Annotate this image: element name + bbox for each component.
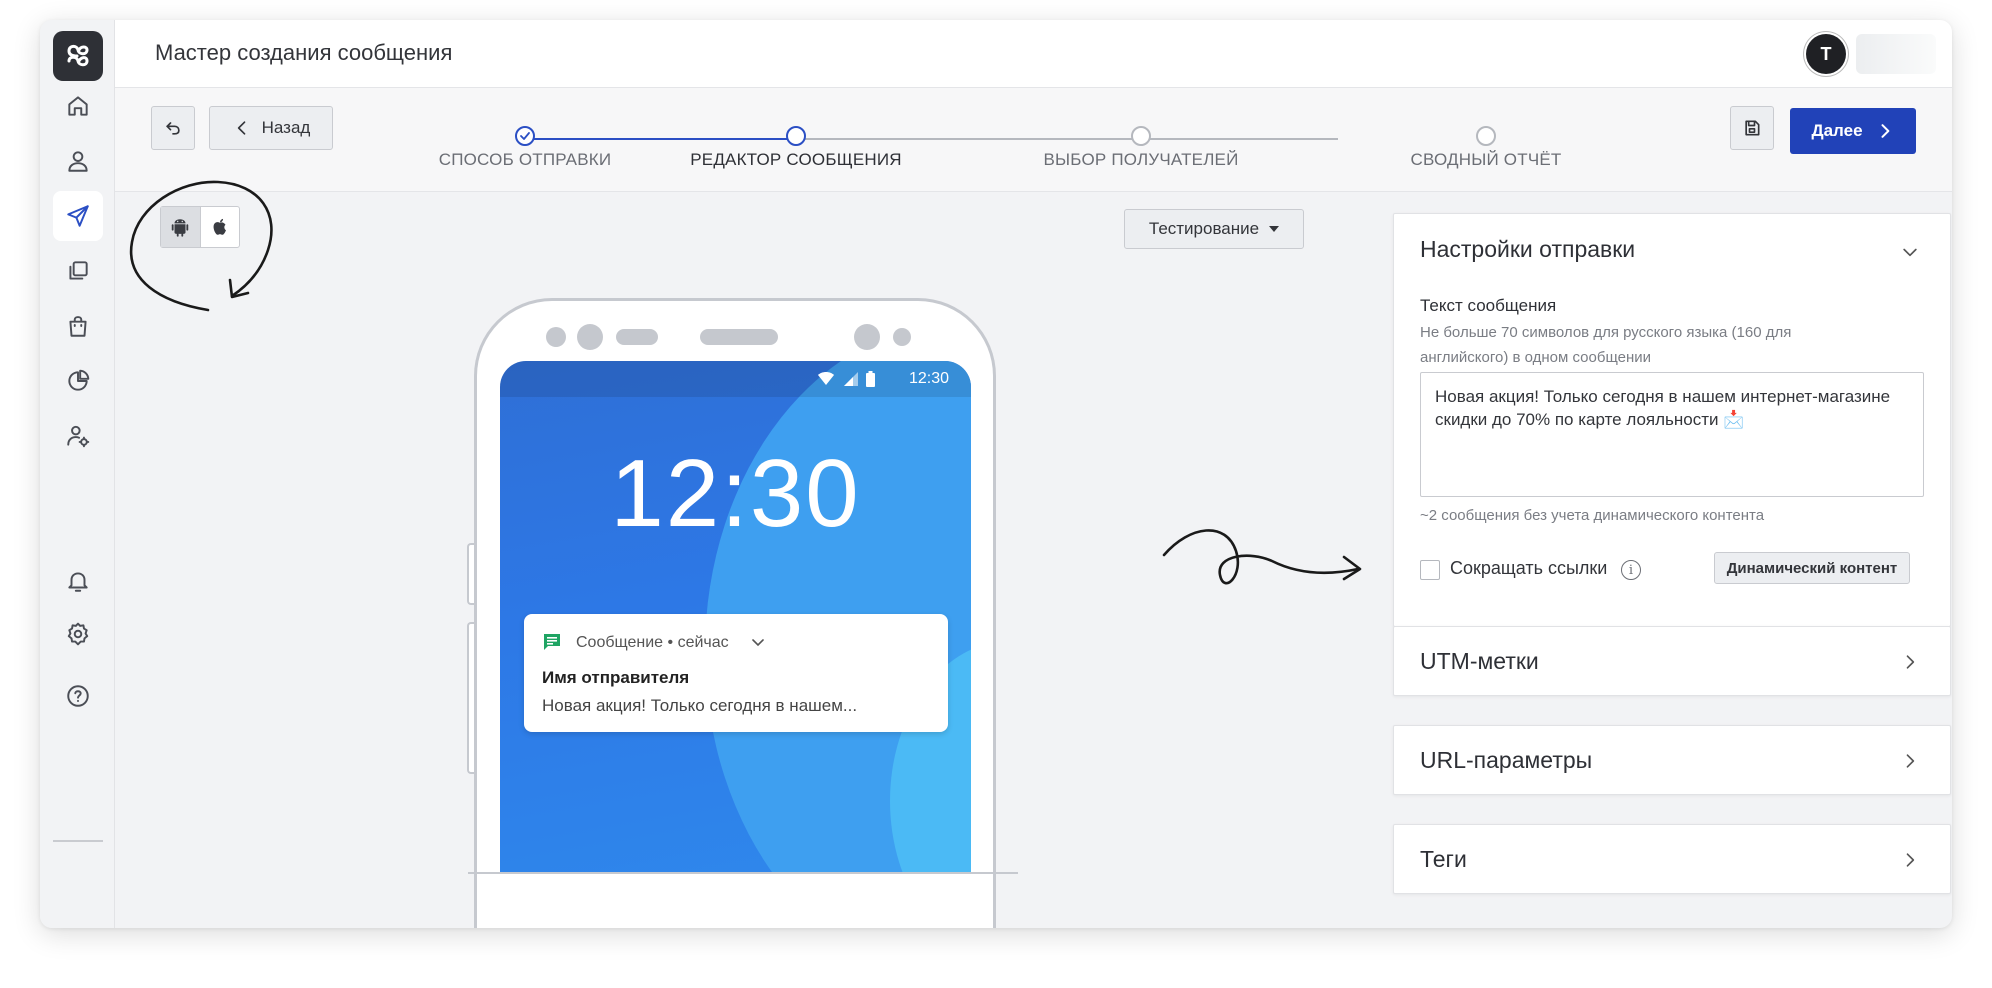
app-window: Мастер создания сообщения Т Назад СПОСОБ…: [40, 20, 1952, 928]
utm-section-title: UTM-метки: [1420, 648, 1539, 674]
message-text-hint: Не больше 70 символов для русского языка…: [1420, 324, 1792, 366]
phone-side-button: [467, 622, 474, 774]
url-params-section[interactable]: URL-параметры: [1393, 725, 1951, 795]
phone-camera: [577, 324, 603, 350]
status-bar: 12:30: [500, 361, 971, 397]
phone-sensor: [546, 327, 566, 347]
tags-section[interactable]: Теги: [1393, 824, 1951, 894]
chevron-right-icon: [1900, 652, 1920, 672]
chevron-right-icon: [1900, 751, 1920, 771]
info-icon[interactable]: i: [1621, 560, 1641, 580]
lock-screen-time: 12:30: [610, 440, 861, 547]
caret-down-icon: [1269, 226, 1280, 232]
sidebar: [40, 20, 115, 928]
signal-icon: [844, 372, 858, 386]
step-3-dot[interactable]: [1131, 126, 1151, 146]
sidebar-item-notifications[interactable]: [53, 556, 103, 606]
wizard-bar: Назад СПОСОБ ОТПРАВКИ РЕДАКТОР СООБЩЕНИЯ…: [115, 88, 1952, 192]
shopping-bag-icon: [69, 316, 87, 337]
home-icon: [68, 96, 88, 116]
phone-screen: 12:30 12:30 Сообщение • сейчас Имя отпра…: [500, 361, 971, 873]
message-text-label: Текст сообщения: [1420, 296, 1557, 315]
undo-button[interactable]: [151, 106, 195, 150]
step-remaining-line: [796, 138, 1338, 140]
chevron-down-icon: [752, 639, 764, 647]
sidebar-item-settings[interactable]: [53, 609, 103, 659]
sidebar-item-user-settings[interactable]: [53, 411, 103, 461]
step-1-dot[interactable]: [515, 126, 535, 146]
phone-speaker: [700, 329, 778, 345]
chevron-right-icon: [1881, 124, 1889, 138]
copy-icon: [69, 261, 88, 280]
user-settings-icon: [67, 425, 90, 448]
phone-light-sensor: [893, 328, 911, 346]
message-text-input[interactable]: Новая акция! Только сегодня в нашем инте…: [1420, 372, 1924, 497]
step-4-label[interactable]: СВОДНЫЙ ОТЧЁТ: [1411, 150, 1562, 170]
utm-section[interactable]: UTM-метки: [1393, 626, 1951, 696]
step-4-dot[interactable]: [1476, 126, 1496, 146]
chevron-up-icon[interactable]: [1900, 242, 1920, 262]
chevron-right-icon: [1900, 850, 1920, 870]
phone-front-camera: [854, 324, 880, 350]
tags-section-title: Теги: [1420, 846, 1467, 872]
back-button-label: Назад: [261, 118, 311, 137]
bell-icon: [68, 572, 88, 592]
save-button[interactable]: [1730, 106, 1774, 150]
send-icon: [67, 205, 89, 227]
dynamic-content-button[interactable]: Динамический контент: [1714, 552, 1910, 584]
gear-icon: [67, 622, 89, 646]
chevron-left-icon: [237, 121, 245, 135]
annotation-arrow-shorten-links: [1162, 529, 1362, 585]
phone-baseline: [468, 872, 1018, 874]
message-count-hint: ~2 сообщения без учета динамического кон…: [1420, 507, 1765, 524]
push-notification: Сообщение • сейчас Имя отправителя Новая…: [524, 614, 948, 732]
annotation-arrow-platforms: [129, 180, 273, 312]
status-time: 12:30: [908, 370, 949, 387]
logo[interactable]: [53, 31, 103, 81]
sidebar-item-help[interactable]: [53, 671, 103, 721]
next-button[interactable]: Далее: [1790, 108, 1916, 154]
sidebar-item-templates[interactable]: [53, 246, 103, 296]
sidebar-item-home[interactable]: [53, 81, 103, 131]
save-icon: [1745, 120, 1760, 136]
shorten-links-label[interactable]: Сокращать ссылки: [1450, 558, 1607, 579]
check-icon: [520, 132, 530, 140]
page-title: Мастер создания сообщения: [155, 40, 453, 65]
wifi-icon: [818, 372, 834, 385]
sidebar-item-analytics[interactable]: [53, 356, 103, 406]
battery-icon: [866, 371, 875, 387]
undo-icon: [166, 122, 180, 135]
sidebar-divider: [53, 840, 103, 842]
notification-sender: Имя отправителя: [542, 668, 690, 687]
help-icon: [67, 685, 89, 707]
sidebar-item-users[interactable]: [53, 136, 103, 186]
step-progress-line: [525, 138, 796, 140]
step-1-label[interactable]: СПОСОБ ОТПРАВКИ: [439, 150, 612, 170]
user-icon: [68, 151, 88, 172]
sidebar-item-campaigns[interactable]: [53, 191, 103, 241]
avatar[interactable]: Т: [1806, 34, 1846, 74]
phone-sensor-pill: [616, 329, 658, 345]
logo-icon: [67, 44, 89, 67]
shorten-links-checkbox[interactable]: [1420, 560, 1440, 580]
step-3-label[interactable]: ВЫБОР ПОЛУЧАТЕЛЕЙ: [1043, 150, 1238, 170]
url-params-section-title: URL-параметры: [1420, 747, 1593, 773]
notification-app-line: Сообщение • сейчас: [576, 634, 729, 651]
send-settings-card: Настройки отправки Текст сообщения Не бо…: [1393, 213, 1951, 627]
step-2-dot[interactable]: [786, 126, 806, 146]
user-name-blurred[interactable]: [1856, 34, 1936, 74]
message-icon: [544, 634, 560, 650]
next-button-label: Далее: [1811, 121, 1863, 140]
notification-body: Новая акция! Только сегодня в нашем...: [542, 696, 858, 715]
phone-volume-button: [467, 543, 474, 605]
sidebar-item-products[interactable]: [53, 301, 103, 351]
pie-chart-icon: [68, 369, 90, 391]
header: Мастер создания сообщения Т: [115, 20, 1952, 88]
send-settings-title[interactable]: Настройки отправки: [1420, 236, 1635, 263]
back-button[interactable]: Назад: [209, 106, 333, 150]
step-2-label[interactable]: РЕДАКТОР СООБЩЕНИЯ: [690, 150, 902, 170]
testing-dropdown-label: Тестирование: [1148, 219, 1260, 238]
testing-dropdown[interactable]: Тестирование: [1124, 209, 1304, 249]
